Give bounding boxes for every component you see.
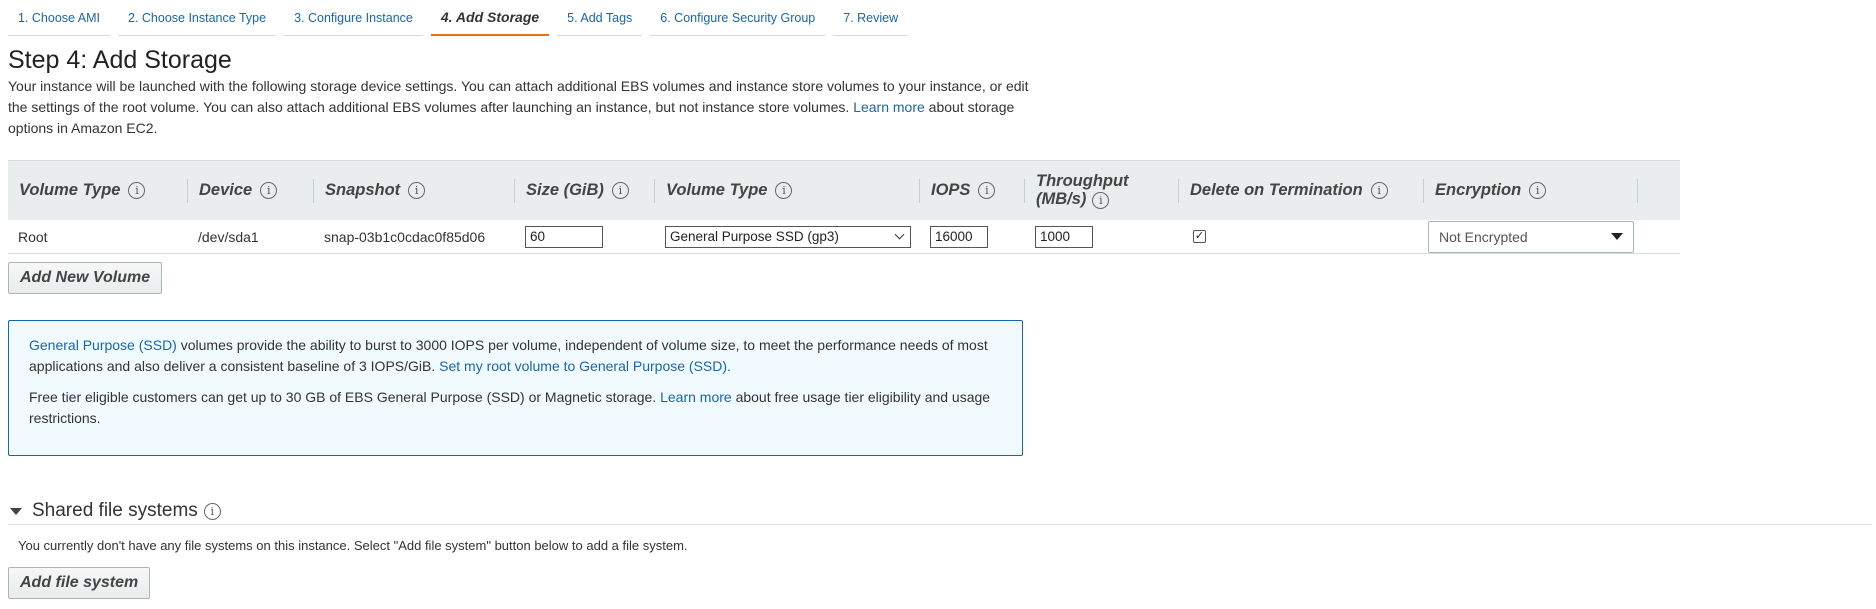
info-icon[interactable]: i <box>203 502 221 520</box>
cell-size <box>515 220 655 253</box>
wizard-tabs: 1. Choose AMI 2. Choose Instance Type 3.… <box>8 0 916 36</box>
header-label: Snapshot <box>325 181 401 199</box>
info-icon[interactable]: i <box>1370 182 1388 199</box>
header-size: Size (GiB) i <box>515 161 655 220</box>
page-title: Step 4: Add Storage <box>8 46 232 74</box>
info-icon[interactable]: i <box>408 182 426 199</box>
caret-down-icon <box>1611 233 1623 240</box>
info-icon[interactable]: i <box>128 182 146 199</box>
tab-configure-instance[interactable]: 3. Configure Instance <box>284 0 423 36</box>
add-new-volume-button[interactable]: Add New Volume <box>8 262 163 294</box>
cell-iops <box>920 220 1025 253</box>
info-paragraph-1: General Purpose (SSD) volumes provide th… <box>29 335 1002 377</box>
header-volume-type-2: Volume Type i <box>655 161 920 220</box>
caret-down-icon <box>10 507 22 515</box>
size-input[interactable] <box>525 225 603 248</box>
cell-volume-type: Root <box>18 228 48 245</box>
set-root-volume-link[interactable]: Set my root volume to General Purpose (S… <box>439 358 731 374</box>
header-device: Device i <box>188 161 314 220</box>
free-tier-learn-more-link[interactable]: Learn more <box>660 389 732 405</box>
tab-choose-instance-type[interactable]: 2. Choose Instance Type <box>118 0 277 36</box>
storage-table: Volume Type i Device i Snapshot i Size (… <box>8 160 1680 254</box>
cell-device: /dev/sda1 <box>198 228 259 245</box>
shared-file-systems-title: Shared file systems <box>32 500 198 521</box>
info-icon[interactable]: i <box>978 182 996 199</box>
table-row: Root /dev/sda1 snap-03b1c0cdac0f85d06 Ge… <box>8 220 1680 254</box>
tab-add-storage[interactable]: 4. Add Storage <box>430 0 550 36</box>
header-label: Volume Type <box>666 181 768 199</box>
header-label: Volume Type <box>19 181 121 199</box>
header-label: Device <box>199 181 253 199</box>
tab-add-tags[interactable]: 5. Add Tags <box>557 0 643 36</box>
header-delete-on-termination: Delete on Termination i <box>1179 161 1424 220</box>
header-label: Size (GiB) <box>526 181 604 199</box>
info-icon[interactable]: i <box>611 182 629 199</box>
info-icon[interactable]: i <box>775 182 793 199</box>
info-box: General Purpose (SSD) volumes provide th… <box>8 320 1023 456</box>
cell-encryption: Not Encrypted <box>1424 220 1638 253</box>
cell-delete-on-termination: ✓ <box>1179 220 1424 253</box>
volume-type-value: General Purpose SSD (gp3) <box>670 229 839 244</box>
cell-snapshot: snap-03b1c0cdac0f85d06 <box>324 228 486 245</box>
shared-file-systems-note: You currently don't have any file system… <box>18 538 688 553</box>
encryption-select[interactable]: Not Encrypted <box>1428 220 1634 253</box>
header-snapshot: Snapshot i <box>314 161 515 220</box>
info-paragraph-2: Free tier eligible customers can get up … <box>29 387 1002 429</box>
divider <box>8 524 1872 525</box>
header-throughput: Throughput (MB/s) i <box>1025 161 1179 220</box>
header-label: IOPS <box>931 181 971 199</box>
info-icon[interactable]: i <box>260 182 278 199</box>
tab-configure-security-group[interactable]: 6. Configure Security Group <box>650 0 826 36</box>
intro-text: Your instance will be launched with the … <box>8 76 1038 139</box>
shared-file-systems-toggle[interactable]: Shared file systems i <box>10 500 221 522</box>
info-icon[interactable]: i <box>1092 192 1110 209</box>
general-purpose-ssd-link[interactable]: General Purpose (SSD) <box>29 337 177 353</box>
learn-more-link[interactable]: Learn more <box>853 99 925 115</box>
tab-review[interactable]: 7. Review <box>833 0 909 36</box>
delete-on-termination-checkbox[interactable]: ✓ <box>1193 230 1206 243</box>
header-encryption: Encryption i <box>1424 161 1638 220</box>
tab-choose-ami[interactable]: 1. Choose AMI <box>8 0 110 36</box>
iops-input[interactable] <box>930 225 988 248</box>
info-icon[interactable]: i <box>1529 182 1547 199</box>
encryption-value: Not Encrypted <box>1439 228 1528 245</box>
header-label: Encryption <box>1435 181 1522 199</box>
chevron-down-icon <box>894 229 905 240</box>
header-iops: IOPS i <box>920 161 1025 220</box>
cell-volume-type-select: General Purpose SSD (gp3) <box>655 220 920 253</box>
header-label: Delete on Termination <box>1190 181 1363 199</box>
add-file-system-button[interactable]: Add file system <box>8 567 151 599</box>
info-text-2: Free tier eligible customers can get up … <box>29 389 657 405</box>
header-volume-type: Volume Type i <box>8 161 188 220</box>
throughput-input[interactable] <box>1035 225 1093 248</box>
header-label: Throughput (MB/s) i <box>1036 172 1129 209</box>
volume-type-select[interactable]: General Purpose SSD (gp3) <box>665 225 911 248</box>
table-header: Volume Type i Device i Snapshot i Size (… <box>8 160 1680 220</box>
cell-throughput <box>1025 220 1179 253</box>
